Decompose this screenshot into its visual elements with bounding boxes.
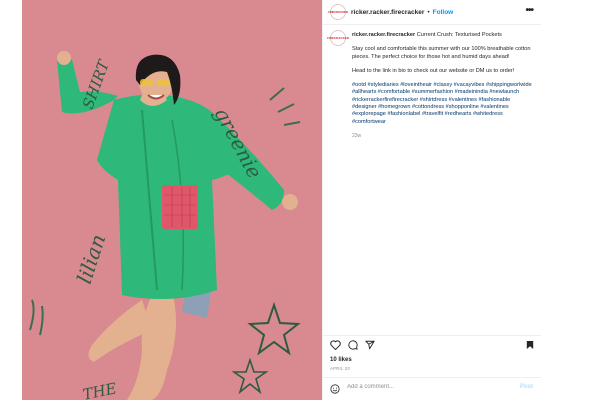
likes-count[interactable]: 10 likes bbox=[330, 357, 352, 363]
avatar-text: FIRECRACKER bbox=[328, 10, 348, 14]
caption-avatar[interactable]: FIRECRACKER bbox=[327, 30, 349, 46]
header-username[interactable]: ricker.racker.firecracker bbox=[351, 9, 424, 16]
emoji-icon[interactable] bbox=[330, 384, 340, 394]
comment-bar: Post bbox=[323, 377, 541, 401]
caption-paragraph-1: Stay cool and comfortable this summer wi… bbox=[352, 46, 531, 60]
action-bar bbox=[323, 335, 541, 354]
post-photo: SHIRT greenie lilian THE bbox=[22, 0, 322, 400]
save-icon[interactable] bbox=[526, 340, 534, 350]
header-separator: • bbox=[427, 8, 430, 16]
heart-icon[interactable] bbox=[330, 340, 341, 350]
caption-title: Current Crush: Texturised Pockets bbox=[416, 32, 502, 38]
caption-avatar-text: FIRECRACKER bbox=[327, 36, 349, 40]
comment-icon[interactable] bbox=[348, 340, 358, 350]
comment-input[interactable] bbox=[347, 384, 507, 390]
post-comment-button[interactable]: Post bbox=[520, 384, 533, 390]
caption-body: ricker.racker.firecracker Current Crush:… bbox=[352, 32, 535, 140]
caption-paragraph-2: Head to the link in bio to check out our… bbox=[352, 67, 515, 74]
follow-button[interactable]: Follow bbox=[433, 9, 454, 16]
caption-hashtags[interactable]: #ootd #stylediaries #loveintheair #class… bbox=[352, 82, 535, 126]
caption-timestamp[interactable]: 23w bbox=[352, 133, 535, 140]
post-date: APRIL 20 bbox=[330, 366, 351, 371]
caption-username[interactable]: ricker.racker.firecracker bbox=[352, 32, 415, 38]
post-details-panel: FIRECRACKER ricker.racker.firecracker • … bbox=[322, 0, 541, 400]
more-options-icon[interactable]: ••• bbox=[525, 6, 533, 16]
post-header: FIRECRACKER ricker.racker.firecracker • … bbox=[323, 0, 541, 25]
avatar[interactable]: FIRECRACKER bbox=[328, 4, 348, 20]
share-icon[interactable] bbox=[365, 340, 375, 350]
post-image[interactable]: SHIRT greenie lilian THE bbox=[22, 0, 322, 400]
